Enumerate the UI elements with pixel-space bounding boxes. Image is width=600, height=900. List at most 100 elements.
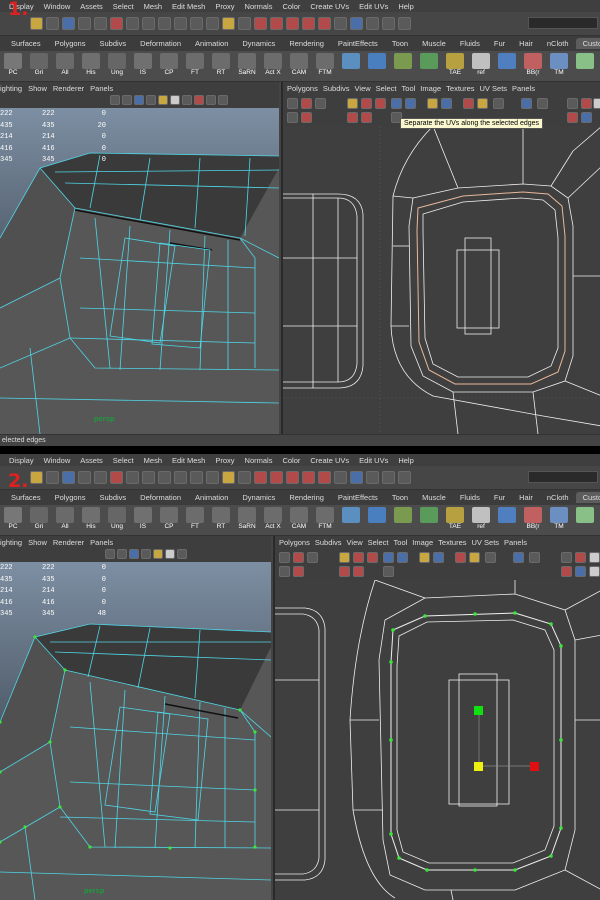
shelf-button-pc[interactable]: PC — [0, 505, 26, 534]
uv-checker-icon[interactable] — [537, 98, 548, 109]
smooth-shade-icon[interactable] — [134, 95, 144, 105]
uv-menu-tool[interactable]: Tool — [402, 84, 421, 95]
uv-relax-icon[interactable] — [347, 112, 358, 123]
menu-edit-uvs[interactable]: Edit UVs — [354, 2, 393, 11]
tab-fur[interactable]: Fur — [487, 38, 512, 49]
uv-normalize-icon[interactable] — [279, 566, 290, 577]
snap-plane-icon[interactable] — [286, 17, 299, 30]
uv-snap-icon[interactable] — [375, 98, 386, 109]
tab-muscle[interactable]: Muscle — [415, 492, 453, 503]
menu-color[interactable]: Color — [277, 2, 305, 11]
uv-rotate-icon[interactable] — [293, 552, 304, 563]
tab-toon[interactable]: Toon — [385, 492, 415, 503]
tab-polygons[interactable]: Polygons — [48, 38, 93, 49]
shelf-button-gear[interactable] — [572, 505, 598, 534]
hypershade-icon[interactable] — [366, 471, 379, 484]
uv-straighten-icon[interactable] — [293, 566, 304, 577]
camera-attr-icon[interactable] — [105, 549, 115, 559]
resolution-gate-icon[interactable] — [218, 95, 228, 105]
shelf-button-ft[interactable]: FT — [182, 51, 208, 80]
render-icon[interactable] — [318, 17, 331, 30]
shelf-button-paint[interactable] — [390, 51, 416, 80]
film-gate-icon[interactable] — [206, 95, 216, 105]
shelf-button-tm[interactable]: TM — [546, 51, 572, 80]
viewport-menu-lighting[interactable]: ighting — [0, 84, 28, 93]
uv-menu-select[interactable]: Select — [368, 538, 394, 549]
xray-icon[interactable] — [177, 549, 187, 559]
uv-menu-polygons[interactable]: Polygons — [279, 538, 315, 549]
uv-menu-subdivs[interactable]: Subdivs — [315, 538, 347, 549]
channel-box-icon[interactable] — [398, 17, 411, 30]
shelf-button-ftm[interactable]: FTM — [312, 505, 338, 534]
tab-custom[interactable]: Custom — [575, 38, 600, 49]
menu-window[interactable]: Window — [39, 2, 76, 11]
manipulator-u-handle[interactable] — [530, 762, 539, 771]
shadows-icon[interactable] — [165, 549, 175, 559]
select-hierarchy-icon[interactable] — [142, 17, 155, 30]
render-icon[interactable] — [318, 471, 331, 484]
wireframe-icon[interactable] — [117, 549, 127, 559]
viewport-canvas[interactable]: 222 222 0 435 435 0 214 214 0 416 416 0 345 345 48… — [0, 562, 271, 900]
shelf-button-ftm[interactable]: FTM — [312, 51, 338, 80]
shelf-button-cam[interactable]: CAM — [286, 505, 312, 534]
uv-menu-view[interactable]: View — [355, 84, 376, 95]
select-hierarchy-icon[interactable] — [142, 471, 155, 484]
manipulator-center-handle[interactable] — [474, 762, 483, 771]
textured-icon[interactable] — [141, 549, 151, 559]
shelf-button-paint[interactable] — [390, 505, 416, 534]
uv-menu-tool[interactable]: Tool — [394, 538, 413, 549]
shelf-button-tae[interactable]: TAE — [442, 51, 468, 80]
shelf-button-his[interactable]: His — [78, 505, 104, 534]
snap-icon[interactable] — [62, 17, 75, 30]
menu-assets[interactable]: Assets — [75, 2, 108, 11]
perspective-viewport[interactable]: ighting Show Renderer Panels 222 222 0 4… — [0, 536, 271, 900]
shelf-button-curve[interactable] — [364, 51, 390, 80]
uv-color-icon[interactable] — [575, 552, 586, 563]
uv-menu-select[interactable]: Select — [376, 84, 402, 95]
menu-edit-mesh[interactable]: Edit Mesh — [167, 2, 210, 11]
tab-hair[interactable]: Hair — [512, 38, 540, 49]
manipulator-v-handle[interactable] — [474, 706, 483, 715]
uv-image-icon[interactable] — [493, 98, 504, 109]
sew-uv-icon[interactable] — [405, 98, 416, 109]
uv-canvas[interactable] — [283, 126, 600, 434]
redo-icon[interactable] — [94, 471, 107, 484]
snap-point-icon[interactable] — [270, 17, 283, 30]
face-mask-icon[interactable] — [206, 17, 219, 30]
shelf-button-bb[interactable]: BB(r — [520, 505, 546, 534]
shelf-button-tae[interactable]: TAE — [442, 505, 468, 534]
uv-menu-image[interactable]: Image — [412, 538, 438, 549]
uv-texture-editor[interactable]: Polygons Subdivs View Select Tool Image … — [273, 536, 600, 900]
shelf-button-pipe[interactable] — [494, 505, 520, 534]
menu-edit-mesh[interactable]: Edit Mesh — [167, 456, 210, 465]
shelf-button-his[interactable]: His — [78, 51, 104, 80]
shelf-button-rt[interactable]: RT — [208, 51, 234, 80]
uv-smooth-icon[interactable] — [353, 566, 364, 577]
menu-normals[interactable]: Normals — [240, 456, 278, 465]
lights-icon[interactable] — [158, 95, 168, 105]
menu-help[interactable]: Help — [393, 456, 418, 465]
menu-proxy[interactable]: Proxy — [210, 2, 239, 11]
uv-align-icon[interactable] — [361, 98, 372, 109]
uv-smooth-icon[interactable] — [361, 112, 372, 123]
viewport-menu-show[interactable]: Show — [28, 84, 53, 93]
smooth-shade-icon[interactable] — [129, 549, 139, 559]
tab-muscle[interactable]: Muscle — [415, 38, 453, 49]
uv-straighten-icon[interactable] — [301, 112, 312, 123]
uv-split-icon[interactable] — [383, 566, 394, 577]
menu-set-icon[interactable] — [46, 471, 59, 484]
uv-canvas[interactable] — [275, 580, 600, 900]
tab-surfaces[interactable]: Surfaces — [4, 38, 48, 49]
uv-checker-icon[interactable] — [529, 552, 540, 563]
uv-texture-editor[interactable]: Polygons Subdivs View Select Tool Image … — [281, 82, 600, 434]
vertex-mask-icon[interactable] — [174, 471, 187, 484]
uv-shade-icon[interactable] — [593, 98, 600, 109]
shelf-button-cp[interactable]: CP — [156, 505, 182, 534]
viewport-menu-renderer[interactable]: Renderer — [53, 538, 90, 547]
shelf-button-ft[interactable]: FT — [182, 505, 208, 534]
shelf-button-sarn[interactable]: SaRN — [234, 505, 260, 534]
shelf-button-bb[interactable]: BB(r — [520, 51, 546, 80]
uv-rotate-icon[interactable] — [301, 98, 312, 109]
tab-custom[interactable]: Custom — [575, 492, 600, 503]
shelf-button-ung[interactable]: Ung — [104, 51, 130, 80]
